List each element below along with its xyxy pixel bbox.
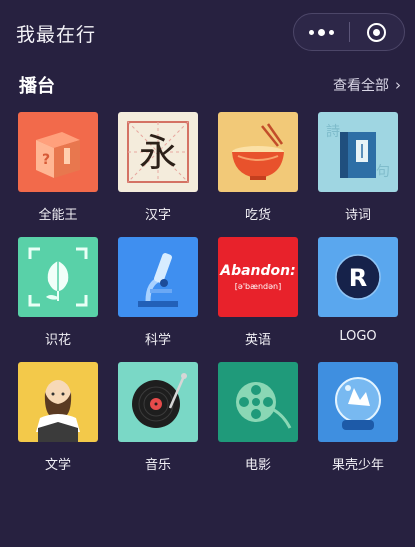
abandon-word-icon: Abandon: [ə'bændən] [218, 237, 298, 317]
view-all-label: 查看全部 [333, 78, 389, 94]
more-dot-icon [328, 29, 334, 35]
tile-label: 文学 [44, 458, 71, 473]
tile-chihuo[interactable]: 吃货 [218, 112, 298, 223]
svg-text:[ə'bændən]: [ə'bændən] [235, 282, 281, 291]
noodle-bowl-icon [218, 112, 298, 192]
top-bar: 我最在行 [0, 0, 415, 66]
tile-label: 英语 [244, 333, 271, 348]
tile-label: 音乐 [144, 458, 171, 473]
tile-label: 电影 [244, 458, 271, 473]
svg-text:永: 永 [139, 131, 177, 175]
chevron-right-icon: › [395, 76, 401, 94]
tile-yinyue[interactable]: 音乐 [118, 362, 198, 473]
film-reel-icon [218, 362, 298, 442]
svg-text:詩: 詩 [326, 124, 340, 140]
svg-text:句: 句 [376, 164, 390, 180]
tile-label: 吃货 [244, 208, 271, 223]
tile-label: LOGO [339, 329, 377, 344]
tile-label: 识花 [44, 333, 71, 348]
box-icon: ? [18, 112, 98, 192]
chinese-character-icon: 永 [118, 112, 198, 192]
tile-shici[interactable]: 詩 句 诗词 [318, 112, 398, 223]
flower-scan-icon [18, 237, 98, 317]
record-player-icon [118, 362, 198, 442]
tile-logo[interactable]: R LOGO [318, 237, 398, 344]
svg-text:Abandon:: Abandon: [219, 263, 295, 279]
microscope-icon [118, 237, 198, 317]
tile-label: 果壳少年 [331, 458, 384, 473]
book-icon: 詩 句 [318, 112, 398, 192]
tile-kexue[interactable]: 科学 [118, 237, 198, 348]
tile-guokeshaonian[interactable]: 果壳少年 [318, 362, 398, 473]
tile-quanneng[interactable]: ? 全能王 [18, 112, 98, 223]
tile-shihua[interactable]: 识花 [18, 237, 98, 348]
section-title: 播台 [19, 76, 55, 97]
close-button[interactable] [349, 14, 404, 50]
tile-wenxue[interactable]: 文学 [18, 362, 98, 473]
section-header: 播台 查看全部 › [0, 66, 415, 102]
tile-label: 汉字 [144, 208, 171, 223]
view-all-link[interactable]: 查看全部 › [333, 75, 401, 95]
mini-program-capsule [293, 13, 405, 51]
svg-text:?: ? [42, 152, 50, 168]
tile-label: 全能王 [38, 208, 78, 223]
more-options-button[interactable] [294, 14, 349, 50]
tile-label: 诗词 [344, 208, 371, 223]
astronaut-helmet-icon [318, 362, 398, 442]
logo-r-icon: R [318, 237, 398, 317]
app-title: 我最在行 [16, 24, 97, 46]
more-dot-icon [308, 29, 314, 35]
target-close-icon [367, 22, 387, 42]
more-dot-icon [317, 28, 325, 36]
tile-label: 科学 [144, 333, 171, 348]
tile-dianying[interactable]: 电影 [218, 362, 298, 473]
shakespeare-icon [18, 362, 98, 442]
tile-yingyu[interactable]: Abandon: [ə'bændən] 英语 [218, 237, 298, 348]
tile-hanzi[interactable]: 永 汉字 [118, 112, 198, 223]
svg-text:R: R [349, 264, 367, 292]
